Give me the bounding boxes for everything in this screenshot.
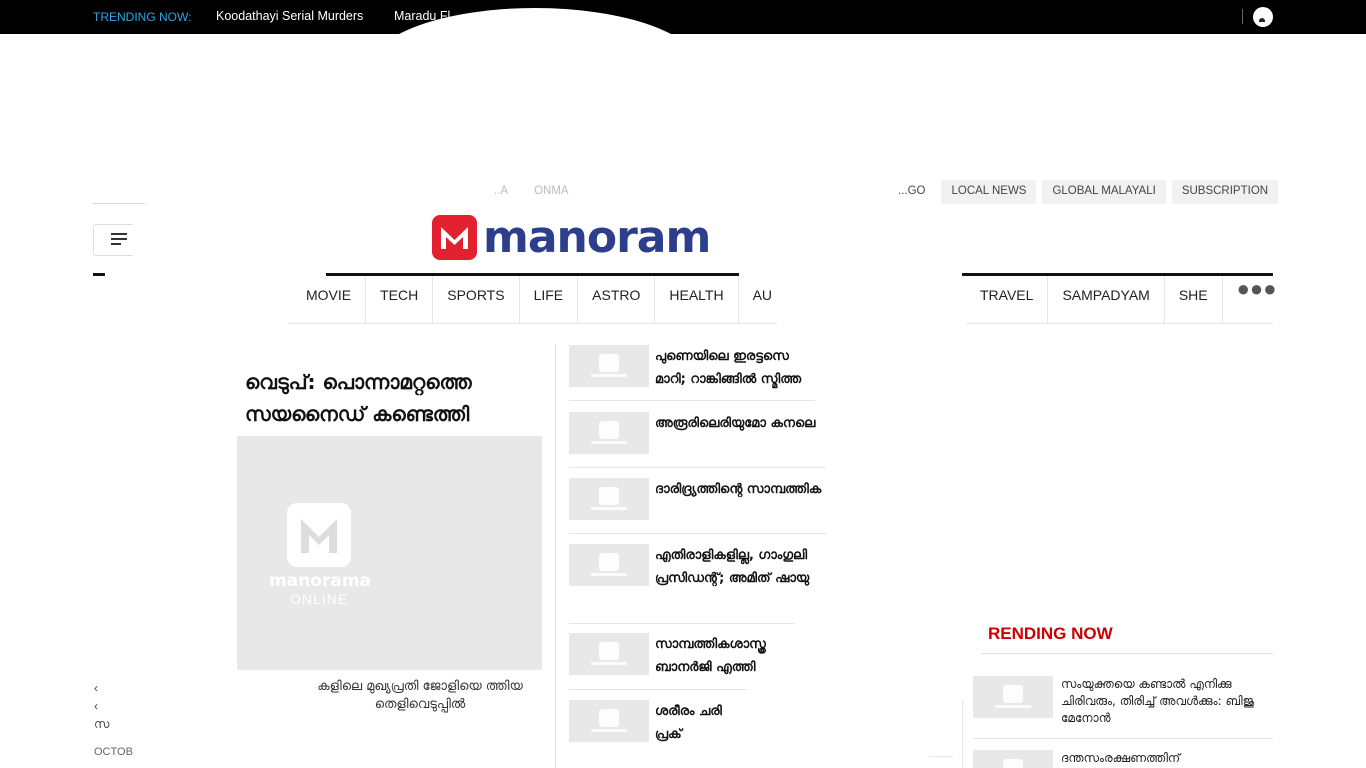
story-title: ബാനർജി എത്തി bbox=[655, 660, 756, 675]
nav-item-sampadyam[interactable]: SAMPADYAM bbox=[1048, 276, 1165, 323]
menu-icon bbox=[111, 233, 127, 235]
main-nav-left: MOVIE TECH SPORTS LIFE ASTRO HEALTH AU bbox=[288, 276, 777, 324]
story-thumbnail bbox=[569, 633, 649, 675]
story-title: ശരീരം ചരി bbox=[655, 704, 722, 719]
trending-now-heading: RENDING NOW bbox=[988, 624, 1113, 643]
divider bbox=[569, 689, 747, 690]
nav-item-tech[interactable]: TECH bbox=[366, 276, 434, 323]
placeholder-logo: manorama ONLINE bbox=[269, 503, 372, 607]
divider bbox=[569, 623, 795, 624]
date-label: OCTOB bbox=[94, 746, 133, 758]
placeholder-sub: ONLINE bbox=[289, 591, 349, 607]
story-title: പുണെയിലെ ഇരട്ടസെ bbox=[655, 349, 789, 364]
more-dots-icon[interactable]: ●●● bbox=[1223, 276, 1278, 323]
side-snippet: സ bbox=[94, 717, 110, 731]
nav-rule bbox=[93, 273, 105, 276]
logo-mark-icon bbox=[287, 503, 351, 567]
main-nav-right: TRAVEL SAMPADYAM SHE ●●● bbox=[966, 276, 1277, 324]
side-snippet: ‹ bbox=[94, 699, 98, 713]
story-title: എതിരാളികളില്ല, ഗാംഗുലി bbox=[655, 548, 808, 563]
story-thumbnail bbox=[569, 544, 649, 586]
user-icon[interactable] bbox=[1253, 7, 1273, 27]
secondary-link[interactable]: ONMA bbox=[524, 180, 579, 204]
story-title: അരൂരിലെരിയുമോ കനലെ bbox=[655, 416, 816, 431]
loading-overlay bbox=[370, 8, 700, 128]
story-title: മാറി; റാങ്കിങ്ങിൽ സ്മിത്ത bbox=[655, 372, 802, 387]
secondary-links-left: ..A ONMA bbox=[478, 180, 579, 204]
divider bbox=[569, 533, 826, 534]
story-title: പ്രക് bbox=[655, 727, 682, 742]
divider bbox=[93, 203, 145, 204]
story-title: സാമ്പത്തികശാസ്ത്ര bbox=[655, 637, 766, 652]
list-item[interactable]: അരൂരിലെരിയുമോ കനലെ bbox=[569, 412, 823, 454]
story-thumbnail bbox=[569, 345, 649, 387]
lead-image[interactable]: manorama ONLINE bbox=[237, 436, 542, 670]
list-item[interactable]: സംയുക്തയെ കണ്ടാൽ എനിക്കു ചിരിവരും, തിരിച… bbox=[973, 676, 1273, 727]
trending-label: TRENDING NOW: bbox=[93, 10, 192, 24]
menu-icon bbox=[111, 243, 121, 245]
side-snippet: ‹ bbox=[94, 681, 98, 695]
list-item[interactable]: സാമ്പത്തികശാസ്ത്ര ബാനർജി എത്തി bbox=[569, 633, 787, 679]
nav-item-movie[interactable]: MOVIE bbox=[288, 276, 367, 323]
list-item[interactable]: ശരീരം ചരി പ്രക് bbox=[569, 700, 731, 746]
list-item[interactable]: ദന്തസംരക്ഷണത്തിന് bbox=[973, 750, 1273, 768]
column-divider bbox=[555, 344, 556, 768]
subscription-link[interactable]: SUBSCRIPTION bbox=[1171, 180, 1279, 204]
global-malayali-link[interactable]: GLOBAL MALAYALI bbox=[1042, 180, 1166, 204]
logo-wordmark: manoram bbox=[483, 211, 711, 263]
list-item[interactable]: എതിരാളികളില്ല, ഗാംഗുലി പ്രസിഡന്റ്; അമിത് … bbox=[569, 544, 819, 590]
menu-icon bbox=[111, 238, 127, 240]
nav-item-auto[interactable]: AU bbox=[739, 276, 777, 323]
divider bbox=[982, 653, 1273, 654]
story-thumbnail bbox=[569, 412, 649, 454]
site-logo[interactable]: manoram bbox=[432, 211, 711, 263]
trending-link-1[interactable]: Koodathayi Serial Murders bbox=[216, 9, 363, 23]
nav-item-sports[interactable]: SPORTS bbox=[433, 276, 520, 323]
trending-title: സംയുക്തയെ കണ്ടാൽ എനിക്കു ചിരിവരും, തിരിച… bbox=[1061, 677, 1255, 725]
nav-item-health[interactable]: HEALTH bbox=[655, 276, 739, 323]
column-divider bbox=[962, 700, 963, 768]
nav-item-she[interactable]: SHE bbox=[1165, 276, 1223, 323]
story-title: പ്രസിഡന്റ്; അമിത് ഷായു bbox=[655, 571, 810, 586]
trending-bar: TRENDING NOW: Koodathayi Serial Murders … bbox=[0, 0, 1366, 34]
divider bbox=[973, 738, 1273, 739]
secondary-link[interactable]: ..A bbox=[484, 180, 519, 204]
logo-mark-icon bbox=[432, 215, 477, 260]
story-thumbnail bbox=[569, 478, 649, 520]
placeholder-brand: manorama bbox=[269, 571, 372, 591]
nav-item-astro[interactable]: ASTRO bbox=[578, 276, 656, 323]
list-item[interactable]: ദാരിദ്ര്യത്തിന്റെ സാമ്പത്തിക bbox=[569, 478, 829, 520]
trending-title: ദന്തസംരക്ഷണത്തിന് bbox=[1061, 751, 1181, 765]
list-item[interactable]: പുണെയിലെ ഇരട്ടസെ മാറി; റാങ്കിങ്ങിൽ സ്മിത്… bbox=[569, 345, 815, 391]
local-news-link[interactable]: LOCAL NEWS bbox=[941, 180, 1037, 204]
lead-headline[interactable]: വെടുപ്: പൊന്നാമറ്റത്തെ സയനൈഡ് കണ്ടെത്തി bbox=[245, 366, 545, 430]
story-thumbnail bbox=[569, 700, 649, 742]
secondary-links-right: ...GO LOCAL NEWS GLOBAL MALAYALI SUBSCRI… bbox=[898, 180, 1279, 204]
divider bbox=[569, 400, 815, 401]
nav-item-travel[interactable]: TRAVEL bbox=[966, 276, 1049, 323]
story-title: ദാരിദ്ര്യത്തിന്റെ സാമ്പത്തിക bbox=[655, 482, 822, 497]
divider bbox=[929, 756, 953, 757]
menu-button[interactable] bbox=[93, 224, 133, 256]
secondary-link[interactable]: ...GO bbox=[898, 180, 936, 204]
story-thumbnail bbox=[973, 750, 1053, 768]
lead-caption: കളിലെ മുഖ്യപ്രതി ജോളിയെ ത്തിയ തെളിവെടുപ്… bbox=[317, 679, 523, 712]
bar-divider bbox=[1242, 9, 1243, 24]
nav-item-life[interactable]: LIFE bbox=[520, 276, 579, 323]
story-thumbnail bbox=[973, 676, 1053, 718]
divider bbox=[569, 467, 826, 468]
